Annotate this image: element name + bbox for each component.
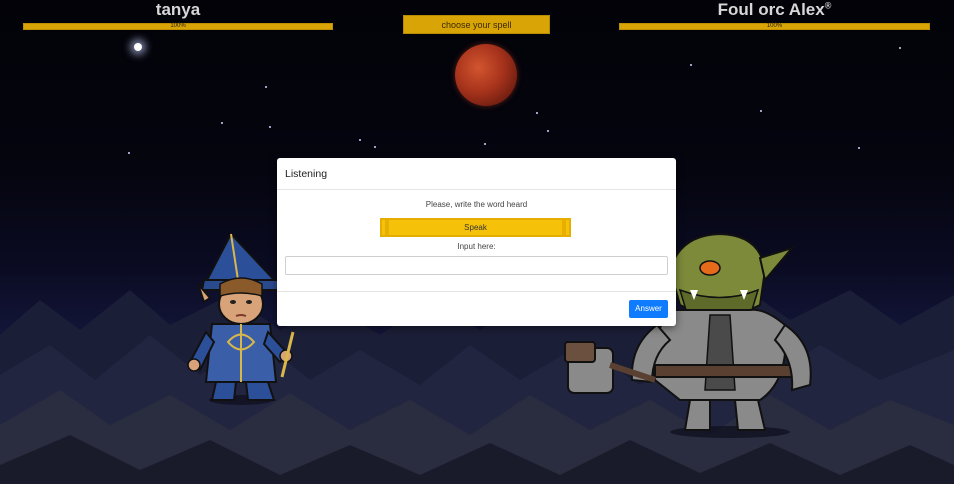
enemy-health-text: 100%: [766, 23, 783, 29]
star-icon: [359, 139, 361, 141]
star-icon: [128, 152, 130, 154]
player-health-text: 100%: [170, 23, 186, 29]
enemy-name-wrapper: Foul orc Alex®: [619, 0, 930, 20]
speak-button-edge-left: [385, 220, 389, 235]
speak-button-label: Speak: [464, 223, 487, 232]
star-icon: [484, 143, 486, 145]
star-icon: [265, 86, 267, 88]
player-health-bar: 100%: [23, 23, 333, 30]
star-icon: [690, 64, 692, 66]
input-label: Input here:: [457, 242, 496, 251]
star-icon: [547, 130, 549, 132]
star-icon: [899, 47, 901, 49]
speak-button[interactable]: Speak: [380, 218, 571, 237]
modal-divider: [277, 291, 676, 292]
blood-moon-icon: [455, 44, 517, 106]
modal-title: Listening: [285, 168, 328, 180]
bright-star-icon: [134, 43, 142, 51]
player-name: tanya: [155, 0, 201, 19]
modal-header: Listening: [277, 158, 676, 190]
listening-modal: Listening Please, write the word heard S…: [277, 158, 676, 326]
star-icon: [858, 147, 860, 149]
answer-button[interactable]: Answer: [629, 300, 668, 318]
enemy-badge: ®: [824, 0, 832, 11]
choose-spell-button[interactable]: choose your spell: [403, 15, 550, 34]
star-icon: [269, 126, 271, 128]
star-icon: [221, 122, 223, 124]
star-icon: [760, 110, 762, 112]
speak-button-edge-right: [562, 220, 566, 235]
star-icon: [536, 112, 538, 114]
answer-input[interactable]: [285, 256, 668, 275]
enemy-name: Foul orc Alex: [717, 0, 825, 19]
star-icon: [374, 146, 376, 148]
modal-prompt: Please, write the word heard: [425, 200, 528, 209]
enemy-health-bar: 100%: [619, 23, 930, 30]
